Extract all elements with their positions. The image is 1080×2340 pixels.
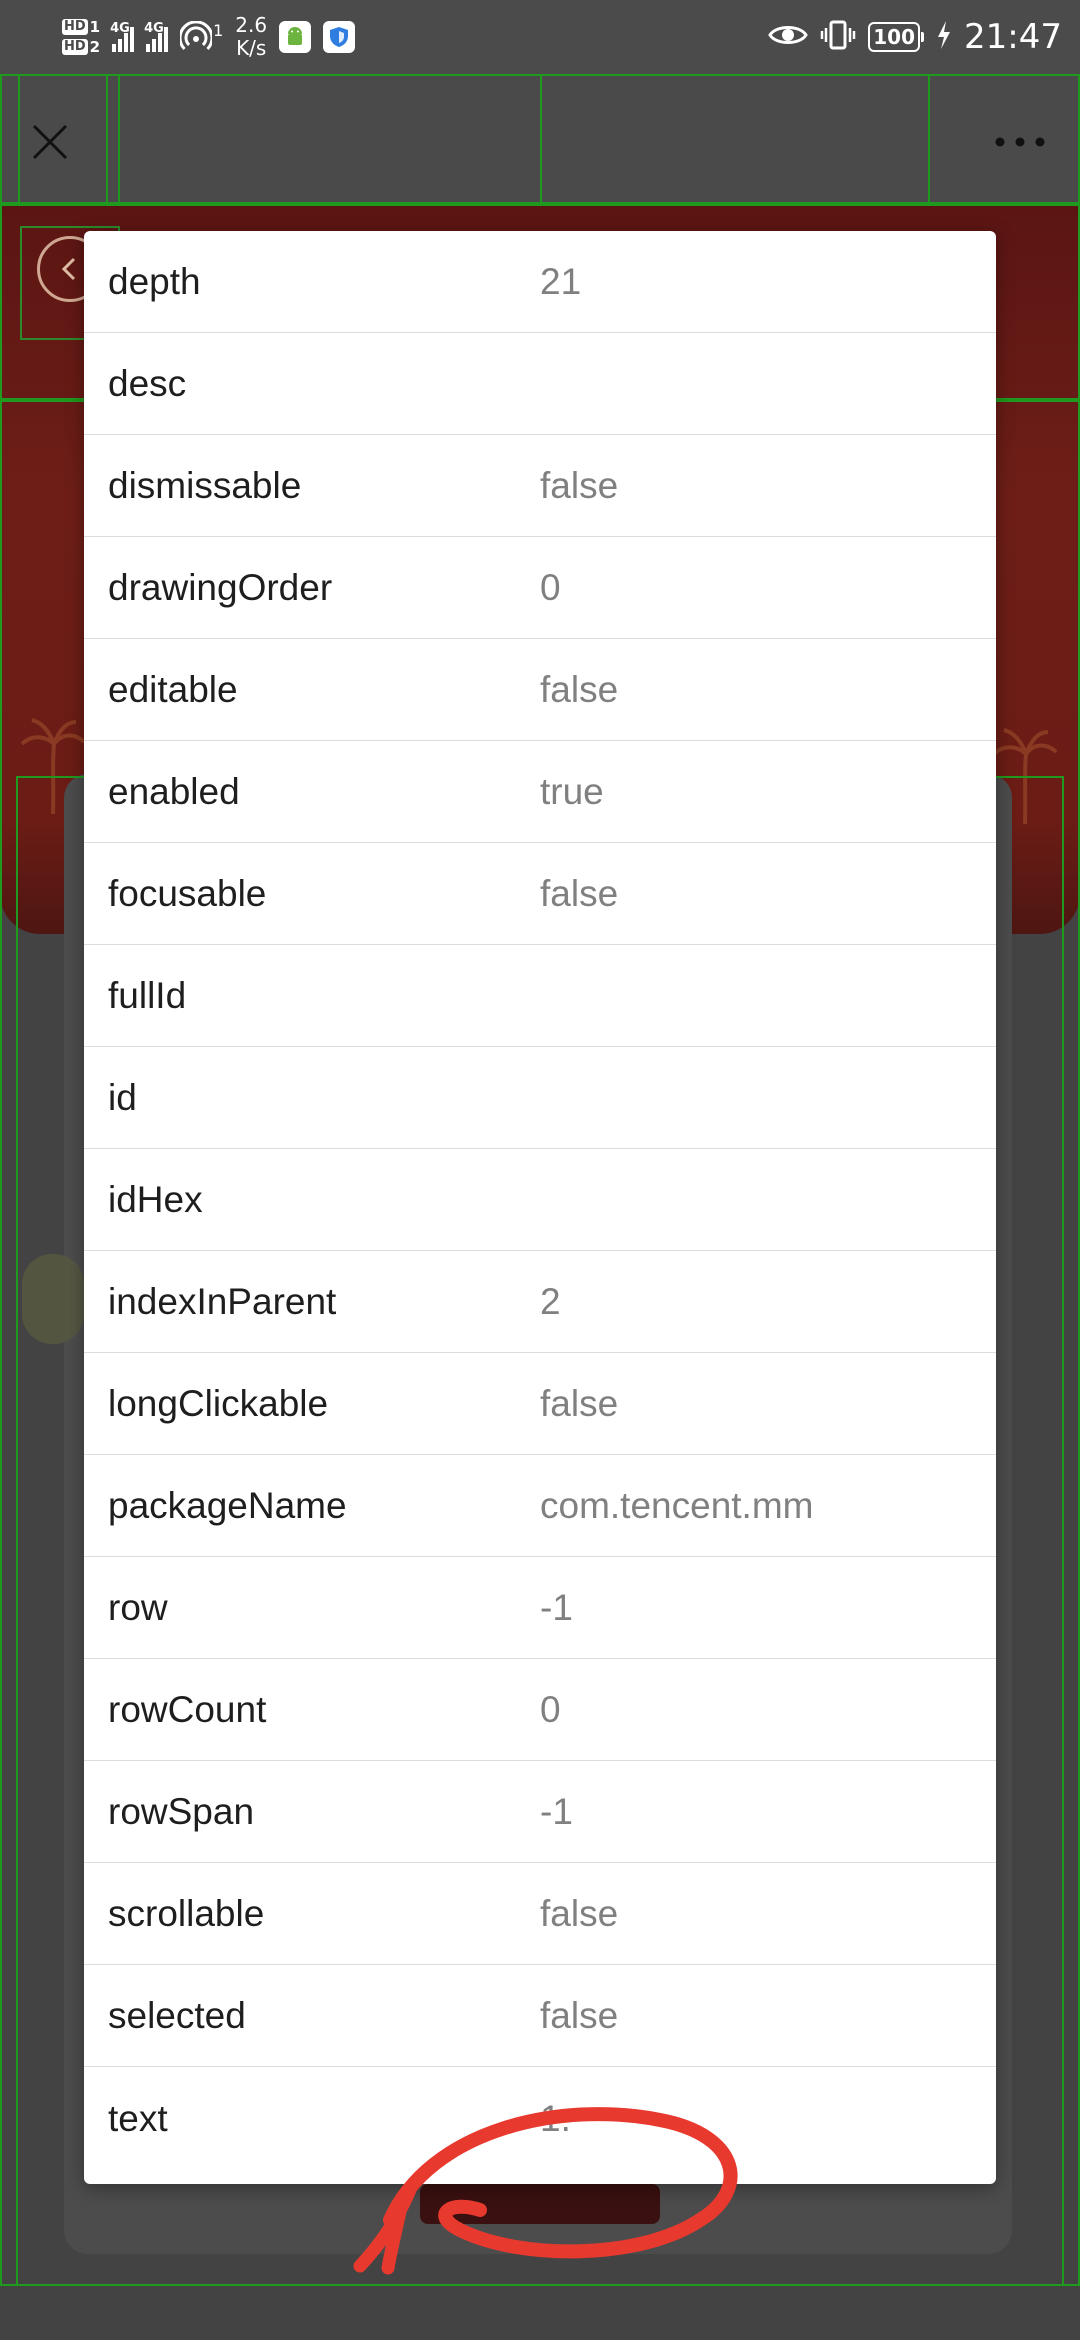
property-key: rowCount — [108, 1688, 267, 1730]
battery-icon: 100 — [868, 22, 925, 52]
property-value: false — [540, 464, 619, 506]
property-row[interactable]: focusable false — [84, 843, 996, 945]
background-button — [420, 2184, 660, 2224]
property-row[interactable]: indexInParent 2 — [84, 1251, 996, 1353]
property-row[interactable]: desc — [84, 333, 996, 435]
property-key: text — [108, 2098, 168, 2139]
property-value: false — [540, 668, 619, 710]
property-value: 0 — [540, 1688, 561, 1730]
android-app-icon — [279, 21, 312, 53]
property-value: true — [540, 770, 604, 812]
speed-value: 2.6 — [235, 13, 268, 37]
property-row[interactable]: dismissable false — [84, 435, 996, 537]
property-key: drawingOrder — [108, 566, 333, 608]
property-value: 0 — [540, 566, 561, 608]
property-key: id — [108, 1076, 137, 1118]
property-row[interactable]: idHex — [84, 1149, 996, 1251]
property-key: fullId — [108, 974, 187, 1016]
property-key: enabled — [108, 770, 240, 812]
sim-2: HD 2 — [62, 39, 100, 55]
shield-app-icon — [323, 21, 356, 53]
property-row[interactable]: enabled true — [84, 741, 996, 843]
battery-level: 100 — [868, 22, 921, 52]
network-type: 4G — [144, 21, 164, 36]
background-titlebar — [0, 74, 1080, 204]
property-row[interactable]: rowSpan -1 — [84, 1761, 996, 1863]
signal-icon-2: 4G — [144, 21, 169, 52]
property-row[interactable]: rowCount 0 — [84, 1659, 996, 1761]
sim-slot: 1 — [89, 18, 101, 36]
sim-indicators: HD 1 HD 2 — [62, 19, 100, 55]
property-key: indexInParent — [108, 1280, 337, 1322]
property-row[interactable]: scrollable false — [84, 1863, 996, 1965]
node-properties-dialog[interactable]: depth 21 desc dismissable false drawingOrd… — [84, 231, 996, 2184]
property-row[interactable]: drawingOrder 0 — [84, 537, 996, 639]
property-key: dismissable — [108, 464, 302, 506]
property-value: -1 — [540, 1790, 573, 1832]
property-key: row — [108, 1586, 168, 1628]
status-left-group: HD 1 HD 2 4G 4G 1 2.6 K/s — [62, 8, 356, 66]
property-key: selected — [108, 1994, 246, 2036]
property-key: scrollable — [108, 1892, 265, 1934]
property-value: 21 — [540, 260, 582, 302]
property-row[interactable]: packageName com.tencent.mm — [84, 1455, 996, 1557]
vibrate-icon — [820, 19, 856, 55]
background-sticker — [22, 1254, 84, 1344]
close-icon[interactable] — [20, 112, 80, 172]
signal-icon-1: 4G — [110, 21, 135, 52]
property-value: 1. — [540, 2098, 571, 2139]
network-type: 4G — [110, 21, 130, 36]
eye-icon — [768, 21, 809, 53]
network-speed: 2.6 K/s — [235, 14, 267, 60]
hd-badge: HD — [62, 39, 88, 55]
sim-1: HD 1 — [62, 19, 100, 35]
property-key: rowSpan — [108, 1790, 255, 1832]
property-value: false — [540, 1382, 619, 1424]
hotspot-icon: 1 — [180, 21, 223, 53]
charging-bolt-icon — [936, 20, 952, 54]
property-key: depth — [108, 260, 201, 302]
sim-slot: 2 — [89, 38, 101, 56]
property-value: false — [540, 1994, 619, 2036]
property-key: desc — [108, 362, 187, 404]
property-row[interactable]: selected false — [84, 1965, 996, 2067]
clock: 21:47 — [964, 17, 1062, 57]
property-value: 2 — [540, 1280, 561, 1322]
property-value: false — [540, 872, 619, 914]
property-row[interactable]: longClickable false — [84, 1353, 996, 1455]
property-key: focusable — [108, 872, 267, 914]
property-value: false — [540, 1892, 619, 1934]
property-row[interactable]: fullId — [84, 945, 996, 1047]
property-row[interactable]: id — [84, 1047, 996, 1149]
hotspot-count: 1 — [213, 21, 224, 40]
property-value: -1 — [540, 1586, 573, 1628]
property-key: longClickable — [108, 1382, 329, 1424]
status-right-group: 100 21:47 — [768, 8, 1062, 66]
status-bar: HD 1 HD 2 4G 4G 1 2.6 K/s 100 21:47 — [0, 0, 1080, 74]
property-key: idHex — [108, 1178, 203, 1220]
property-row[interactable]: editable false — [84, 639, 996, 741]
property-row[interactable]: text 1. — [84, 2067, 996, 2171]
more-dots-icon[interactable] — [980, 112, 1060, 172]
hd-badge: HD — [62, 19, 88, 35]
property-row[interactable]: depth 21 — [84, 231, 996, 333]
property-key: packageName — [108, 1484, 347, 1526]
property-value: com.tencent.mm — [540, 1484, 814, 1526]
speed-unit: K/s — [236, 36, 267, 60]
property-key: editable — [108, 668, 238, 710]
property-row[interactable]: row -1 — [84, 1557, 996, 1659]
